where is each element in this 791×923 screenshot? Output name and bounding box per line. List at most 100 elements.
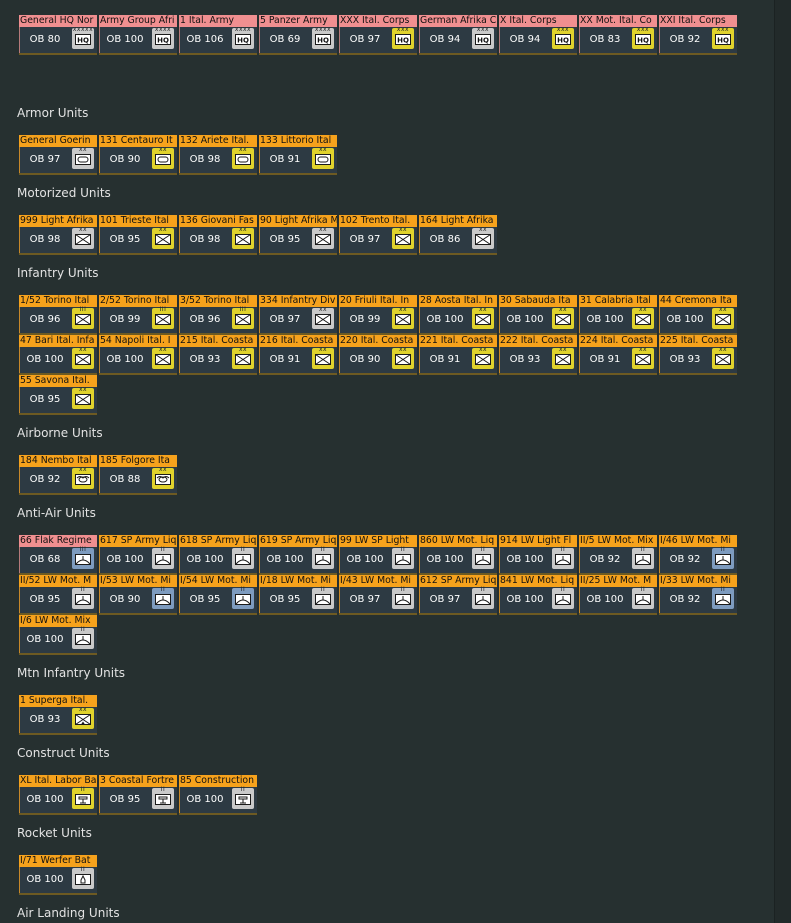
- unit-card[interactable]: 184 Nembo Ital OB 92 xx: [19, 455, 97, 495]
- infantry-icon: xx: [472, 306, 494, 329]
- unit-card[interactable]: XXX Ital. Corps OB 97 xxx HQ: [339, 15, 417, 55]
- unit-card[interactable]: 618 SP Army Liq OB 100 II: [179, 535, 257, 575]
- unit-card[interactable]: 133 Littorio Ital OB 91 xx: [259, 135, 337, 175]
- unit-body: OB 100 II: [339, 546, 417, 573]
- unit-card[interactable]: 90 Light Afrika M OB 95 xx: [259, 215, 337, 255]
- unit-card[interactable]: 225 Ital. Coasta OB 93 xx: [659, 335, 737, 375]
- unit-body: OB 100 II: [179, 546, 257, 573]
- unit-size-marker: II: [320, 546, 326, 553]
- unit-card[interactable]: 47 Bari Ital. Infa OB 100 xx: [19, 335, 97, 375]
- ob-value: OB 95: [189, 594, 221, 605]
- unit-body: OB 98 xx: [179, 146, 257, 173]
- unit-card[interactable]: 28 Aosta Ital. In OB 100 xx: [419, 295, 497, 335]
- unit-card[interactable]: 999 Light Afrika OB 98 xx: [19, 215, 97, 255]
- unit-body: OB 97 xx: [259, 306, 337, 333]
- unit-card[interactable]: 101 Trieste Ital OB 95 xx: [99, 215, 177, 255]
- unit-card[interactable]: 1 Ital. Army OB 106 xxxx HQ: [179, 15, 257, 55]
- unit-card[interactable]: I/53 LW Mot. Mi OB 90 II: [99, 575, 177, 615]
- unit-card[interactable]: 619 SP Army Liq OB 100 II: [259, 535, 337, 575]
- unit-card[interactable]: XX Mot. Ital. Co OB 83 xxx HQ: [579, 15, 657, 55]
- ob-value: OB 94: [429, 34, 461, 45]
- anti-air-icon: II: [472, 586, 494, 609]
- unit-card[interactable]: II/52 LW Mot. M OB 95 II: [19, 575, 97, 615]
- unit-card[interactable]: XL Ital. Labor Ba OB 100 II: [19, 775, 97, 815]
- unit-card[interactable]: 5 Panzer Army OB 69 xxxx HQ: [259, 15, 337, 55]
- unit-size-marker: xxxx: [234, 26, 252, 33]
- unit-card[interactable]: 914 LW Light Fl OB 100 II: [499, 535, 577, 575]
- unit-card[interactable]: 2/52 Torino Ital OB 99 III: [99, 295, 177, 335]
- infantry-icon: xx: [392, 226, 414, 249]
- unit-card[interactable]: 860 LW Mot. Liq OB 100 II: [419, 535, 497, 575]
- unit-card[interactable]: 1/52 Torino Ital OB 96 III: [19, 295, 97, 335]
- unit-card[interactable]: I/33 LW Mot. Mi OB 92 II: [659, 575, 737, 615]
- unit-card[interactable]: 3/52 Torino Ital OB 96 III: [179, 295, 257, 335]
- unit-body: OB 92 II: [659, 546, 737, 573]
- ob-value: OB 95: [109, 794, 141, 805]
- unit-card[interactable]: 334 Infantry Div OB 97 xx: [259, 295, 337, 335]
- anti-air-icon: II: [712, 586, 734, 609]
- unit-card[interactable]: II/5 LW Mot. Mix OB 92 II: [579, 535, 657, 575]
- unit-card[interactable]: I/46 LW Mot. Mi OB 92 II: [659, 535, 737, 575]
- unit-card[interactable]: 222 Ital. Coasta OB 93 xx: [499, 335, 577, 375]
- unit-card[interactable]: I/43 LW Mot. Mi OB 97 II: [339, 575, 417, 615]
- ob-value: OB 99: [109, 314, 141, 325]
- unit-card[interactable]: 1 Superga Ital. OB 93 xx: [19, 695, 97, 735]
- ob-value: OB 97: [269, 314, 301, 325]
- unit-card[interactable]: 54 Napoli Ital. I OB 100 xx: [99, 335, 177, 375]
- unit-card[interactable]: 215 Ital. Coasta OB 93 xx: [179, 335, 257, 375]
- unit-card[interactable]: 221 Ital. Coasta OB 91 xx: [419, 335, 497, 375]
- infantry-icon: III: [72, 306, 94, 329]
- unit-card[interactable]: 224 Ital. Coasta OB 91 xx: [579, 335, 657, 375]
- unit-size-marker: xx: [638, 346, 648, 353]
- unit-card[interactable]: I/71 Werfer Bat OB 100 II: [19, 855, 97, 895]
- unit-card[interactable]: 20 Friuli Ital. In OB 99 xx: [339, 295, 417, 335]
- unit-card[interactable]: 131 Centauro It OB 90 xx: [99, 135, 177, 175]
- armor-icon: xx: [312, 146, 334, 169]
- unit-card[interactable]: 31 Calabria Ital OB 100 xx: [579, 295, 657, 335]
- unit-size-marker: II: [240, 786, 246, 793]
- unit-body: OB 97 xxx HQ: [339, 26, 417, 53]
- svg-text:HQ: HQ: [717, 37, 729, 45]
- unit-card[interactable]: 30 Sabauda Ita OB 100 xx: [499, 295, 577, 335]
- unit-card[interactable]: 85 Construction OB 100 II: [179, 775, 257, 815]
- unit-size-marker: II: [720, 546, 726, 553]
- unit-card[interactable]: 612 SP Army Liq OB 97 II: [419, 575, 497, 615]
- unit-card[interactable]: 617 SP Army Liq OB 100 II: [99, 535, 177, 575]
- ob-value: OB 100: [346, 554, 384, 565]
- unit-card[interactable]: 99 LW SP Light OB 100 II: [339, 535, 417, 575]
- unit-card[interactable]: 66 Flak Regime OB 68 III: [19, 535, 97, 575]
- unit-card[interactable]: XXI Ital. Corps OB 92 xxx HQ: [659, 15, 737, 55]
- unit-card[interactable]: 3 Coastal Fortre OB 95 II: [99, 775, 177, 815]
- unit-size-marker: III: [239, 306, 247, 313]
- unit-body: OB 100 xx: [659, 306, 737, 333]
- unit-card[interactable]: I/18 LW Mot. Mi OB 95 II: [259, 575, 337, 615]
- unit-card[interactable]: Army Group Afri OB 100 xxxx HQ: [99, 15, 177, 55]
- unit-card[interactable]: 220 Ital. Coasta OB 90 xx: [339, 335, 417, 375]
- unit-card[interactable]: 44 Cremona Ita OB 100 xx: [659, 295, 737, 335]
- scrollbar[interactable]: [774, 0, 791, 923]
- ob-value: OB 100: [106, 354, 144, 365]
- unit-size-marker: III: [159, 306, 167, 313]
- unit-card[interactable]: 216 Ital. Coasta OB 91 xx: [259, 335, 337, 375]
- unit-body: OB 91 xx: [579, 346, 657, 373]
- anti-air-icon: II: [712, 546, 734, 569]
- unit-card[interactable]: 185 Folgore Ita OB 88 xx: [99, 455, 177, 495]
- section-title: Rocket Units: [17, 826, 92, 840]
- unit-card[interactable]: 164 Light Afrika OB 86 xx: [419, 215, 497, 255]
- unit-card[interactable]: I/6 LW Mot. Mix OB 100 II: [19, 615, 97, 655]
- unit-size-marker: II: [560, 586, 566, 593]
- unit-card[interactable]: 841 LW Mot. Liq OB 100 II: [499, 575, 577, 615]
- unit-card[interactable]: X Ital. Corps OB 94 xxx HQ: [499, 15, 577, 55]
- unit-body: OB 95 II: [99, 786, 177, 813]
- unit-card[interactable]: German Afrika C OB 94 xxx HQ: [419, 15, 497, 55]
- unit-card[interactable]: 55 Savona Ital. OB 95 xx: [19, 375, 97, 415]
- unit-card[interactable]: General HQ Nor OB 80 xxxxx HQ: [19, 15, 97, 55]
- unit-card[interactable]: I/54 LW Mot. Mi OB 95 II: [179, 575, 257, 615]
- ob-value: OB 97: [349, 594, 381, 605]
- ob-value: OB 92: [589, 554, 621, 565]
- unit-card[interactable]: 132 Ariete Ital. OB 98 xx: [179, 135, 257, 175]
- unit-card[interactable]: 102 Trento Ital. OB 97 xx: [339, 215, 417, 255]
- unit-card[interactable]: 136 Giovani Fas OB 98 xx: [179, 215, 257, 255]
- unit-card[interactable]: II/25 LW Mot. M OB 100 II: [579, 575, 657, 615]
- unit-card[interactable]: General Goerin OB 97 xx: [19, 135, 97, 175]
